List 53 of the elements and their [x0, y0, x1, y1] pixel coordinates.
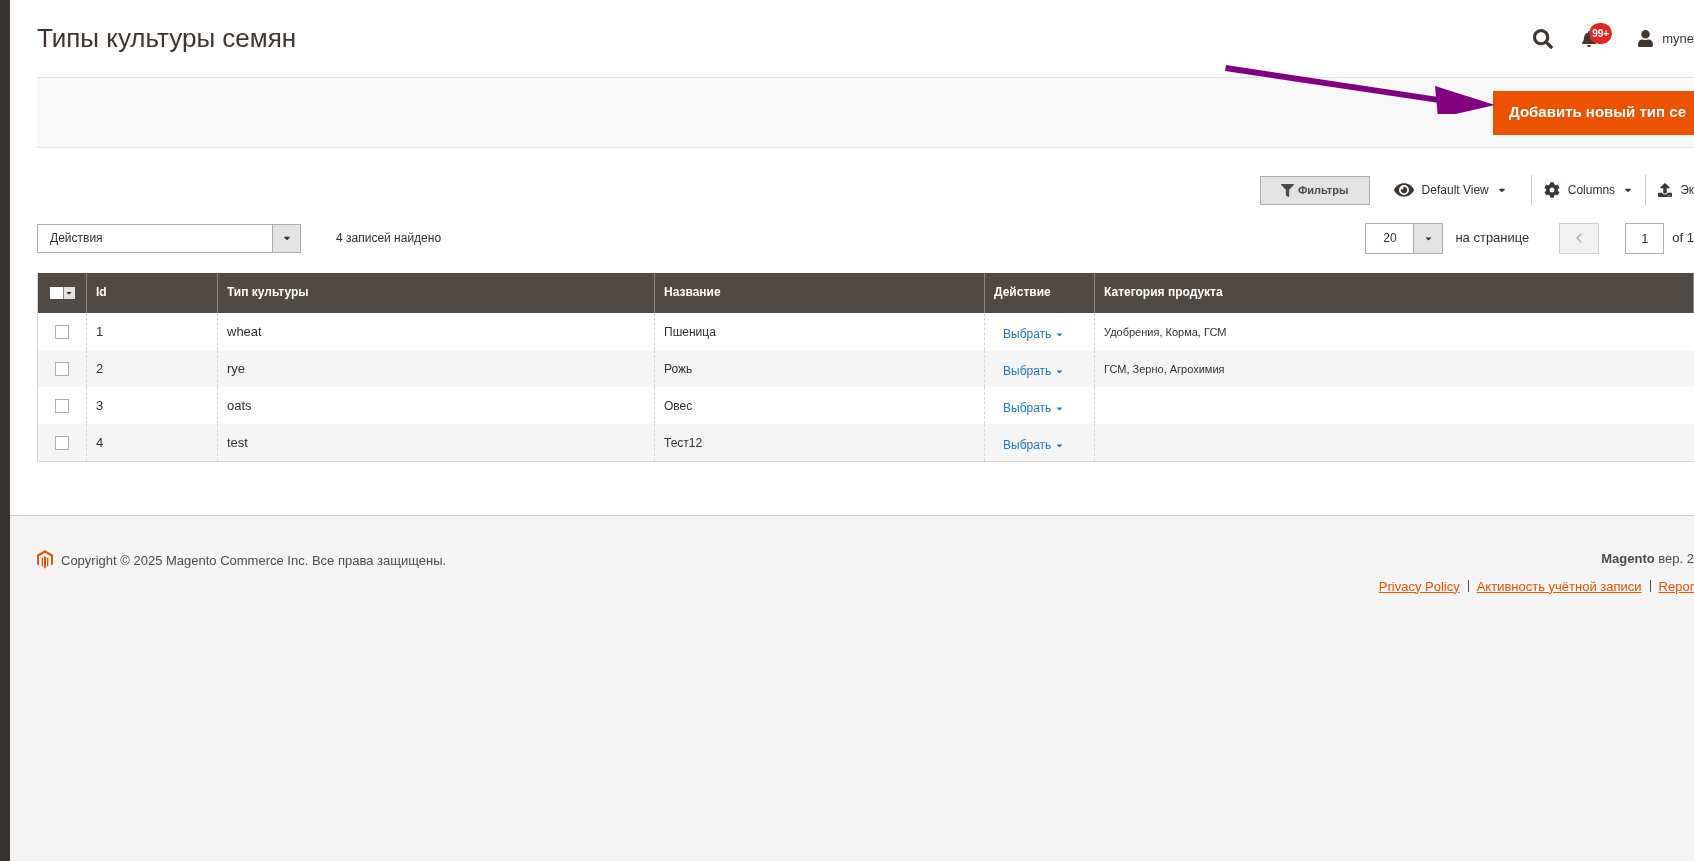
select-action-link[interactable]: Выбрать — [1003, 362, 1065, 380]
table-cell: 1 — [96, 324, 104, 339]
columns-dropdown[interactable]: Columns — [1531, 175, 1647, 205]
version-text: Magento вер. 2 — [1601, 550, 1694, 568]
actions-select[interactable]: Действия — [37, 223, 301, 253]
user-icon[interactable] — [1637, 30, 1655, 47]
table-cell: Овес — [664, 399, 693, 413]
logo-icon — [37, 550, 53, 569]
view-dropdown[interactable]: Default View — [1369, 175, 1532, 205]
add-new-button[interactable]: Добавить новый тип се — [1493, 90, 1694, 135]
table-cell: Тест12 — [664, 436, 703, 450]
search-icon[interactable] — [1533, 28, 1554, 49]
gear-icon — [1543, 182, 1560, 198]
filter-icon — [1280, 183, 1294, 197]
column-header[interactable]: Название — [664, 285, 721, 299]
export-dropdown[interactable]: Эк — [1646, 175, 1694, 205]
column-header[interactable]: Категория продукта — [1104, 285, 1223, 299]
table-cell: 3 — [96, 398, 104, 413]
row-checkbox[interactable] — [55, 435, 69, 450]
column-header[interactable]: Id — [96, 285, 107, 299]
select-action-link[interactable]: Выбрать — [1003, 436, 1065, 454]
table-cell: oats — [227, 398, 252, 413]
filters-button[interactable]: Фильтры — [1259, 175, 1370, 205]
table-cell: test — [227, 435, 248, 450]
previous-page-button[interactable] — [1559, 222, 1600, 254]
per-page-label: на странице — [1455, 229, 1530, 248]
page-field[interactable]: 1 — [1625, 222, 1665, 254]
table-cell: rye — [227, 361, 246, 376]
page-count: of 1 — [1672, 229, 1694, 248]
table-cell: 4 — [96, 435, 104, 450]
column-header[interactable]: Действие — [994, 285, 1051, 299]
page-title: Типы культуры семян — [37, 22, 298, 55]
table-cell: Рожь — [664, 362, 693, 376]
notification-badge: 99+ — [1589, 22, 1613, 44]
eye-icon — [1393, 180, 1414, 200]
user-name[interactable]: myne — [1662, 28, 1694, 49]
table-cell: ГСМ, Зерно, Агрохимия — [1104, 363, 1225, 375]
row-checkbox[interactable] — [55, 361, 69, 376]
table-cell: Удобрения, Корма, ГСМ — [1104, 326, 1227, 338]
copyright-text: Copyright © 2025 Magento Commerce Inc. Все права защищены. — [61, 552, 447, 570]
upload-icon — [1658, 183, 1673, 197]
table-cell: wheat — [227, 324, 262, 339]
table-cell: 2 — [96, 361, 104, 376]
row-checkbox[interactable] — [55, 324, 69, 339]
row-checkbox[interactable] — [55, 398, 69, 413]
table-cell: Пшеница — [664, 325, 716, 339]
records-count: 4 записей найдено — [336, 230, 443, 247]
select-action-link[interactable]: Выбрать — [1003, 399, 1065, 417]
column-header[interactable]: Тип культуры — [227, 285, 309, 299]
per-page-select[interactable]: 20 — [1365, 222, 1444, 254]
mass-select-control[interactable] — [49, 287, 75, 299]
caret-icon — [65, 289, 73, 297]
select-action-link[interactable]: Выбрать — [1003, 325, 1065, 343]
